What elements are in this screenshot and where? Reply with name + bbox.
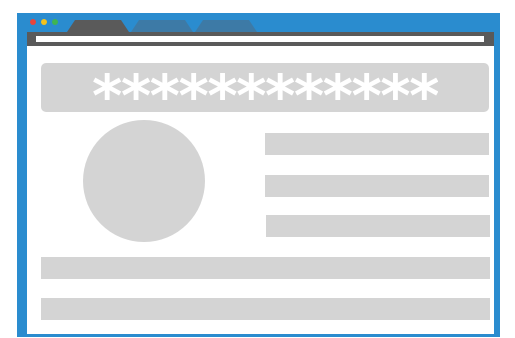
browser-toolbar <box>27 32 494 46</box>
browser-tab[interactable] <box>195 20 257 32</box>
maximize-window-button[interactable] <box>52 19 58 25</box>
title-bar <box>17 13 500 32</box>
password-mask: ************ <box>92 62 438 121</box>
user-avatar-placeholder-icon <box>83 120 205 242</box>
browser-window: ************ <box>17 13 500 337</box>
text-placeholder-line <box>266 215 490 237</box>
text-placeholder-line <box>265 133 489 155</box>
minimize-window-button[interactable] <box>41 19 47 25</box>
browser-tab-active[interactable] <box>67 20 129 32</box>
address-bar[interactable] <box>36 36 484 42</box>
close-window-button[interactable] <box>30 19 36 25</box>
page-viewport: ************ <box>27 46 494 334</box>
browser-tab[interactable] <box>131 20 193 32</box>
text-placeholder-line <box>265 175 489 197</box>
text-placeholder-line <box>41 257 490 279</box>
text-placeholder-line <box>41 298 490 320</box>
password-field[interactable]: ************ <box>41 63 489 121</box>
